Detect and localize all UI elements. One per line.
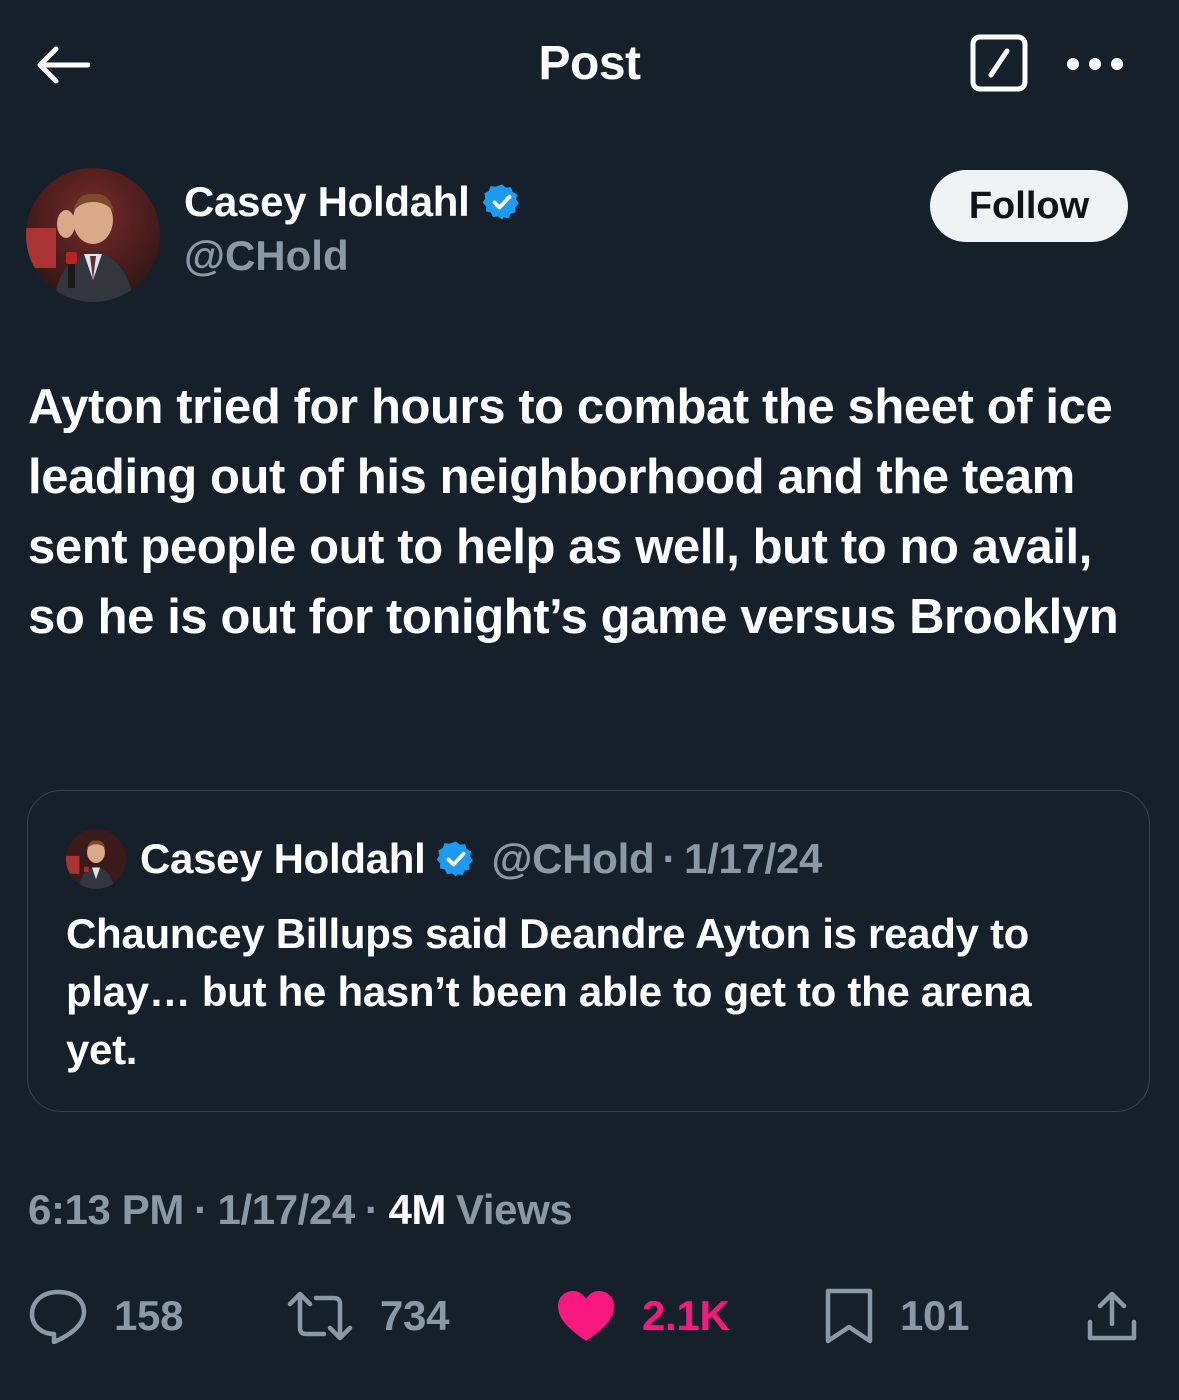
compose-button[interactable] [968,32,1030,94]
more-options-button[interactable] [1062,40,1128,88]
tweet-text: Ayton tried for hours to combat the shee… [28,380,1119,644]
quoted-date: 1/17/24 [684,835,823,882]
share-icon [1087,1291,1137,1341]
more-horizontal-icon [1067,58,1123,70]
repost-count: 734 [380,1292,450,1339]
avatar-image [26,168,160,302]
reply-icon [29,1289,87,1344]
quoted-author-handle: @CHold [491,835,655,882]
quoted-author-name: Casey Holdahl [140,835,426,882]
quoted-avatar [66,829,126,889]
heart-filled-icon [558,1291,614,1341]
separator-dot: · [662,835,677,882]
compose-slash-icon [970,34,1028,92]
quoted-avatar-image [66,829,126,889]
author-row: Casey Holdahl @CHold Follow [26,168,1146,308]
post-meta: 6:13 PM · 1/17/24 · 4M Views [28,1186,573,1234]
views-count: 4M [388,1186,447,1233]
reply-button[interactable]: 158 [28,1276,183,1356]
post-date[interactable]: 1/17/24 [218,1186,356,1233]
quoted-tweet[interactable]: Casey Holdahl @CHold · 1/17/24 Chauncey … [27,790,1150,1112]
separator-dot: · [364,1186,379,1233]
action-bar: 158 734 2.1K 101 [0,1276,1179,1356]
author-name[interactable]: Casey Holdahl [184,178,522,226]
quoted-tweet-header: Casey Holdahl @CHold · 1/17/24 [66,829,822,889]
follow-button[interactable]: Follow [930,170,1128,242]
author-handle[interactable]: @CHold [184,232,349,280]
bookmark-icon [825,1288,873,1344]
post-time[interactable]: 6:13 PM [28,1186,184,1233]
verified-badge-icon [436,839,476,879]
separator-dot: · [193,1186,208,1233]
repost-icon [287,1291,353,1341]
bookmark-button[interactable]: 101 [824,1276,969,1356]
top-bar: Post [0,0,1179,130]
avatar[interactable] [26,168,160,302]
views-label: Views [456,1186,573,1233]
like-count: 2.1K [642,1292,730,1339]
quoted-tweet-text: Chauncey Billups said Deandre Ayton is r… [66,910,1032,1073]
author-name-text: Casey Holdahl [184,178,470,225]
share-button[interactable] [1084,1276,1140,1356]
bookmark-count: 101 [900,1292,970,1339]
like-button[interactable]: 2.1K [556,1276,730,1356]
reply-count: 158 [114,1292,184,1339]
repost-button[interactable]: 734 [286,1276,449,1356]
verified-badge-icon [482,182,522,222]
